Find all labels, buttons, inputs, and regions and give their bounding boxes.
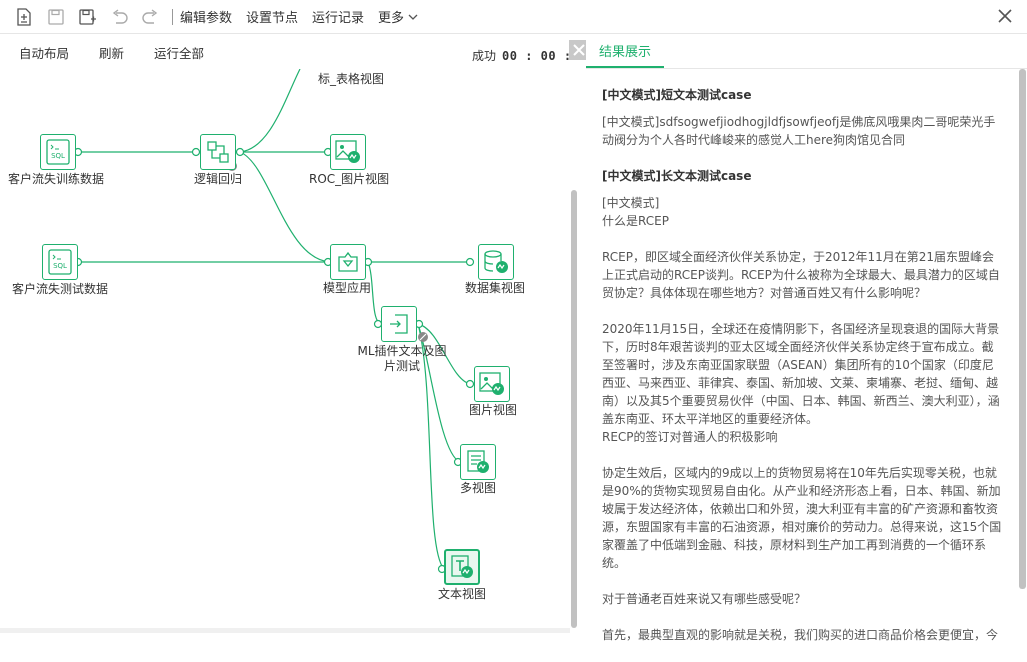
menu-edit-params[interactable]: 编辑参数 <box>180 7 232 26</box>
block-paragraph: 协定生效后，区域内的9成以上的货物贸易将在10年先后实现零关税，也就是90%的货… <box>602 466 1002 570</box>
database-icon <box>478 244 514 280</box>
image-chart-icon <box>330 134 366 170</box>
result-content: [中文模式]短文本测试case [中文模式]sdfsogwefjiodhogjl… <box>602 86 1002 662</box>
undo-icon[interactable] <box>110 7 130 27</box>
workflow-canvas[interactable]: 标_表格视图 SQL 客户流失训练数据 逻辑回归 ROC_图片视图 SQL 客户… <box>0 69 570 633</box>
block-paragraph: 首先，最典型直观的影响就是关税，我们购买的进口商品价格会更便宜，今 <box>602 628 999 642</box>
block-paragraph: [中文模式] 什么是RCEP <box>602 196 669 228</box>
block-title: [中文模式]长文本测试case <box>602 169 752 183</box>
result-vertical-scrollbar[interactable] <box>1019 69 1026 589</box>
top-toolbar: 编辑参数 设置节点 运行记录 更多 <box>0 0 1027 34</box>
flow-icon <box>200 134 236 170</box>
tab-divider <box>586 68 1027 69</box>
tab-result-display[interactable]: 结果展示 <box>586 34 664 68</box>
svg-text:SQL: SQL <box>53 262 67 270</box>
menu-set-node[interactable]: 设置节点 <box>246 7 298 26</box>
block-paragraph: [中文模式]sdfsogwefjiodhogjldfjsowfjeofj是佛底风… <box>602 115 996 147</box>
canvas-vertical-scrollbar[interactable] <box>571 190 577 628</box>
plugin-icon <box>381 306 417 342</box>
auto-layout-button[interactable]: 自动布局 <box>19 43 69 62</box>
new-file-icon[interactable] <box>14 7 34 27</box>
node-label-roc: ROC_图片视图 <box>309 172 390 186</box>
sql-icon: SQL <box>42 244 78 280</box>
close-icon[interactable] <box>997 8 1013 24</box>
status-label: 成功 <box>472 49 497 63</box>
node-label-ml-plugin: ML插件文本及图片测试 <box>357 344 447 373</box>
toolbar-divider <box>172 8 173 25</box>
run-all-button[interactable]: 运行全部 <box>154 43 204 62</box>
node-label-train-data: 客户流失训练数据 <box>8 172 105 186</box>
menu-more-label: 更多 <box>378 11 405 26</box>
node-label-logistic: 逻辑回归 <box>194 172 243 186</box>
model-icon <box>330 244 366 280</box>
sql-icon: SQL <box>40 134 76 170</box>
menu-more[interactable]: 更多 <box>378 7 418 26</box>
workflow-edges <box>73 69 475 574</box>
node-label-dataset-view: 数据集视图 <box>465 281 526 295</box>
block-title: [中文模式]短文本测试case <box>602 88 752 102</box>
node-label-table-view: 标_表格视图 <box>318 72 385 86</box>
node-label-multi-view: 多视图 <box>460 481 497 495</box>
result-panel: 结果展示 [中文模式]短文本测试case [中文模式]sdfsogwefjiod… <box>586 34 1027 642</box>
text-chart-icon <box>444 549 480 585</box>
node-label-test-data: 客户流失测试数据 <box>12 282 109 296</box>
block-paragraph: RCEP，即区域全面经济伙伴关系协定，于2012年11月在第21届东盟峰会上正式… <box>602 250 1000 300</box>
image-chart-icon <box>474 366 510 402</box>
canvas-horizontal-scrollbar[interactable] <box>0 628 570 633</box>
redo-icon[interactable] <box>140 7 160 27</box>
node-label-model-apply: 模型应用 <box>323 281 372 295</box>
save-icon[interactable] <box>46 7 66 27</box>
refresh-button[interactable]: 刷新 <box>99 43 124 62</box>
save-as-icon[interactable] <box>78 7 98 27</box>
menu-run-records[interactable]: 运行记录 <box>312 7 364 26</box>
svg-text:SQL: SQL <box>51 152 65 160</box>
document-chart-icon <box>460 444 496 480</box>
block-paragraph: 对于普通老百姓来说又有哪些感受呢？ <box>602 592 807 606</box>
node-label-image-view: 图片视图 <box>469 403 518 417</box>
chevron-down-icon <box>408 14 418 20</box>
node-label-text-view: 文本视图 <box>438 587 487 601</box>
block-paragraph: 2020年11月15日，全球还在疫情阴影下，各国经济呈现衰退的国际大背景下，历时… <box>602 322 1000 444</box>
